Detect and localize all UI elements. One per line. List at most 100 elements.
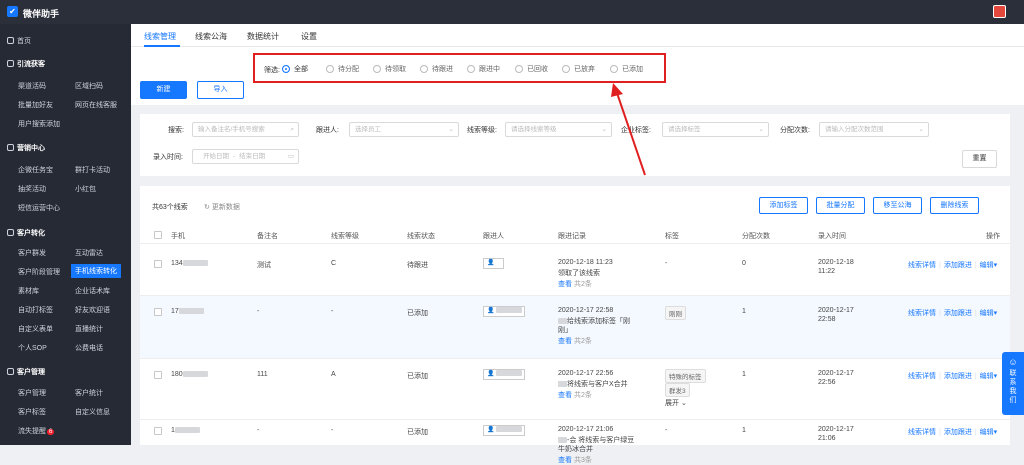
col-header[interactable]: 标签 — [665, 231, 679, 241]
follower-chip[interactable]: 👤 — [483, 258, 504, 269]
lead-detail-link[interactable]: 线索详情 — [908, 429, 936, 436]
lead-detail-link[interactable]: 线索详情 — [908, 310, 936, 317]
tag-select[interactable]: 请选择标签 ⌄ — [662, 122, 769, 137]
import-button[interactable]: 导入 — [197, 81, 244, 99]
view-link[interactable]: 查看 — [558, 392, 572, 399]
sidebar-item[interactable]: 好友欢迎语 — [75, 305, 110, 315]
edit-dropdown[interactable]: 编辑▾ — [980, 429, 998, 436]
filter-radio-all[interactable]: 全部 — [282, 64, 308, 74]
add-follow-link[interactable]: 添加跟进 — [944, 373, 972, 380]
sidebar-item[interactable]: 群打卡活动 — [75, 165, 110, 175]
sidebar-item[interactable]: 小红包 — [75, 184, 96, 194]
col-header[interactable]: 跟进人 — [483, 231, 504, 241]
search-icon[interactable]: ⌕ — [290, 123, 294, 136]
filter-radio[interactable]: 跟进中 — [467, 64, 500, 74]
sidebar-item[interactable]: 客户标签 — [18, 407, 46, 417]
sidebar-item[interactable]: 互动雷达 — [75, 248, 103, 258]
edit-dropdown[interactable]: 编辑▾ — [980, 262, 998, 269]
sidebar-section-customer[interactable]: 客户管理 — [7, 367, 45, 377]
contact-us-button[interactable]: ☺ 联系我们 — [1002, 352, 1024, 415]
filter-radio[interactable]: 已添加 — [610, 64, 643, 74]
lead-detail-link[interactable]: 线索详情 — [908, 373, 936, 380]
select-all-checkbox[interactable] — [154, 231, 162, 239]
tab-statistics[interactable]: 数据统计 — [247, 31, 279, 42]
date-range-picker[interactable]: 开始日期 - 结束日期 ▭ — [192, 149, 299, 164]
reset-button[interactable]: 重置 — [962, 150, 997, 168]
delete-leads-button[interactable]: 删除线索 — [930, 197, 979, 214]
follower-chip[interactable]: 👤 — [483, 425, 525, 436]
sidebar-item[interactable]: 渠道活码 — [18, 81, 46, 91]
sidebar-item[interactable]: 客户管理 — [18, 388, 46, 398]
view-link[interactable]: 查看 — [558, 457, 572, 464]
col-header[interactable]: 录入时间 — [818, 231, 846, 241]
sidebar-section-convert[interactable]: 客户转化 — [7, 228, 45, 238]
tab-lead-pool[interactable]: 线索公海 — [195, 31, 227, 42]
sidebar-item[interactable]: 自定义信息 — [75, 407, 110, 417]
tab-lead-management[interactable]: 线索管理 — [144, 31, 176, 42]
sidebar-item[interactable]: 用户搜索添加 — [18, 119, 60, 129]
refresh-link[interactable]: ↻ 更新数据 — [204, 202, 240, 212]
add-follow-link[interactable]: 添加跟进 — [944, 310, 972, 317]
col-header[interactable]: 操作 — [986, 231, 1000, 241]
filter-radio[interactable]: 待领取 — [373, 64, 406, 74]
add-follow-link[interactable]: 添加跟进 — [944, 262, 972, 269]
sidebar-item[interactable]: 抽奖活动 — [18, 184, 46, 194]
table-row[interactable]: 180 111 A 已添加 👤 2020-12-17 22:56 将线索与客户X… — [140, 358, 1010, 419]
sidebar-item[interactable]: 客户群发 — [18, 248, 46, 258]
sidebar-item[interactable]: 批量加好友 — [18, 100, 53, 110]
sidebar-item[interactable]: 企业话术库 — [75, 286, 110, 296]
sidebar-item[interactable]: 客户统计 — [75, 388, 103, 398]
view-link[interactable]: 查看 — [558, 281, 572, 288]
move-to-pool-button[interactable]: 移至公海 — [873, 197, 922, 214]
filter-radio[interactable]: 已回收 — [515, 64, 548, 74]
sidebar-item[interactable]: 网页在线客服 — [75, 100, 117, 110]
sidebar-item[interactable]: 直播统计 — [75, 324, 103, 334]
lead-detail-link[interactable]: 线索详情 — [908, 262, 936, 269]
filter-radio[interactable]: 已放弃 — [562, 64, 595, 74]
sidebar-item[interactable]: 短信运营中心 — [18, 203, 60, 213]
new-button[interactable]: 新建 — [140, 81, 187, 99]
sidebar-item[interactable]: 区域扫码 — [75, 81, 103, 91]
col-header[interactable]: 手机 — [171, 231, 185, 241]
avatar[interactable] — [993, 5, 1006, 18]
filter-radio[interactable]: 待分配 — [326, 64, 359, 74]
search-input[interactable]: 输入备注名/手机号搜索 ⌕ — [192, 122, 299, 137]
row-checkbox[interactable] — [154, 308, 162, 316]
tab-settings[interactable]: 设置 — [301, 31, 317, 42]
follower-chip[interactable]: 👤 — [483, 369, 525, 380]
sidebar-item[interactable]: 个人SOP — [18, 343, 47, 353]
col-header[interactable]: 线索状态 — [407, 231, 435, 241]
row-checkbox[interactable] — [154, 427, 162, 435]
sidebar-section-marketing[interactable]: 营销中心 — [7, 143, 45, 153]
follower-chip[interactable]: 👤 — [483, 306, 525, 317]
sidebar-section-traffic[interactable]: 引流获客 — [7, 59, 45, 69]
col-header[interactable]: 分配次数 — [742, 231, 770, 241]
sidebar-item[interactable]: 自动打标签 — [18, 305, 53, 315]
sidebar-item[interactable]: 客户阶段管理 — [18, 267, 60, 277]
batch-assign-button[interactable]: 批量分配 — [816, 197, 865, 214]
col-header[interactable]: 跟进记录 — [558, 231, 586, 241]
sidebar-item-home[interactable]: 首页 — [7, 36, 31, 46]
sidebar-item[interactable]: 自定义表单 — [18, 324, 53, 334]
filter-radio[interactable]: 待跟进 — [420, 64, 453, 74]
edit-dropdown[interactable]: 编辑▾ — [980, 373, 998, 380]
col-header[interactable]: 线索等级 — [331, 231, 359, 241]
sidebar-item[interactable]: 素材库 — [18, 286, 39, 296]
sidebar-item-active[interactable]: 手机线索转化 — [71, 264, 121, 278]
row-checkbox[interactable] — [154, 371, 162, 379]
level-select[interactable]: 请选择线索等级 ⌄ — [505, 122, 612, 137]
alloc-select[interactable]: 请输入分配次数范围 ⌄ — [819, 122, 929, 137]
sidebar-item[interactable]: 公费电话 — [75, 343, 103, 353]
edit-dropdown[interactable]: 编辑▾ — [980, 310, 998, 317]
add-follow-link[interactable]: 添加跟进 — [944, 429, 972, 436]
sidebar-item[interactable]: 企微任务宝 — [18, 165, 53, 175]
sidebar-item-lost-reminder[interactable]: 流失提醒 6 — [18, 426, 55, 436]
add-tag-button[interactable]: 添加标签 — [759, 197, 808, 214]
table-row[interactable]: 134 测试 C 待跟进 👤 2020-12-18 11:23 领取了该线索 查… — [140, 243, 1010, 295]
follower-select[interactable]: 选择员工 ⌄ — [349, 122, 459, 137]
table-row[interactable]: 17 - - 已添加 👤 2020-12-17 22:58 给线索添加标签「刚 … — [140, 295, 1010, 358]
expand-tags[interactable]: 展开 ⌄ — [665, 398, 687, 408]
table-row[interactable]: 1 - - 已添加 👤 2020-12-17 21:06 -会 将线索与客户绿豆… — [140, 419, 1010, 464]
view-link[interactable]: 查看 — [558, 338, 572, 345]
row-checkbox[interactable] — [154, 260, 162, 268]
